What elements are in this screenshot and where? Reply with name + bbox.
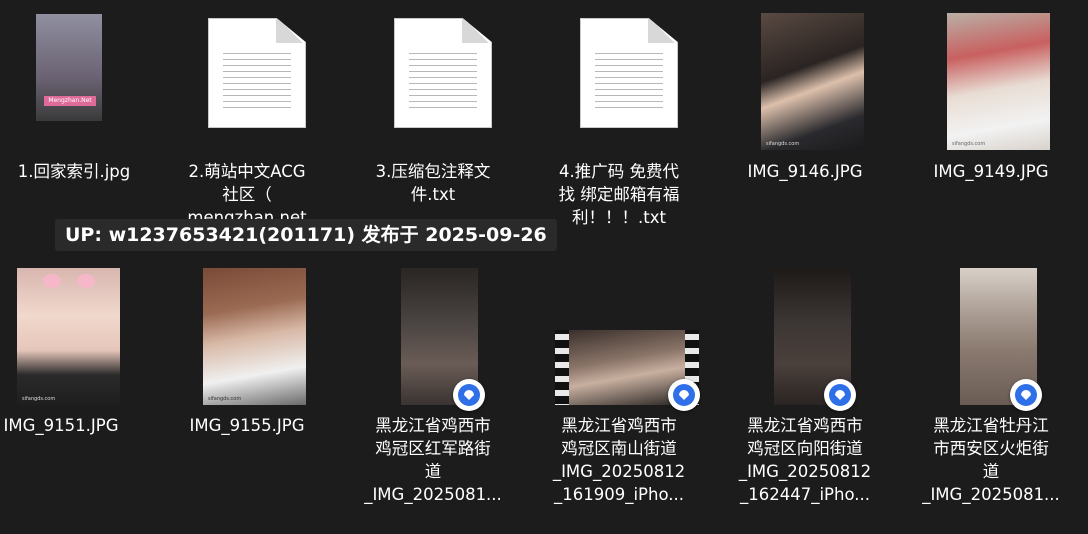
watermark: sifangds.com: [952, 141, 986, 147]
image-thumbnail: sifangds.com: [203, 268, 306, 405]
image-thumbnail: sifangds.com: [761, 13, 864, 150]
file-name: IMG_9151.JPG: [3, 416, 119, 435]
image-thumbnail: Mengzhan.Net: [36, 14, 102, 121]
file-name: 黑龙江省鸡西市 鸡冠区南山街道 _IMG_20250812 _161909_iP…: [552, 416, 686, 504]
logo-text: Mengzhan.Net: [48, 97, 92, 104]
play-badge-icon: [1010, 379, 1042, 411]
image-thumbnail: sifangds.com: [947, 13, 1050, 150]
file-name: 黑龙江省鸡西市 鸡冠区红军路街 道 _IMG_2025081...: [364, 416, 502, 504]
bunny-ear: [77, 274, 95, 288]
file-name: 黑龙江省鸡西市 鸡冠区向阳街道 _IMG_20250812 _162447_iP…: [738, 416, 872, 504]
file-name: IMG_9155.JPG: [189, 416, 305, 435]
file-name: 4.推广码 免费代 找 绑定邮箱有福 利！！！.txt: [558, 162, 680, 227]
file-name: 1.回家索引.jpg: [17, 162, 131, 181]
document-icon: [580, 18, 678, 128]
file-name: IMG_9149.JPG: [933, 162, 1049, 181]
play-badge-icon: [668, 379, 700, 411]
watermark: sifangds.com: [766, 141, 800, 147]
uploader-info-overlay: UP: w1237653421(201171) 发布于 2025-09-26: [55, 219, 557, 251]
document-icon: [394, 18, 492, 128]
play-badge-icon: [824, 379, 856, 411]
bunny-ear: [43, 274, 61, 288]
file-name: IMG_9146.JPG: [747, 162, 863, 181]
file-name: 黑龙江省牡丹江 市西安区火炬街 道 _IMG_2025081...: [922, 416, 1060, 504]
play-badge-icon: [453, 379, 485, 411]
document-icon: [208, 18, 306, 128]
watermark: sifangds.com: [208, 396, 242, 402]
image-thumbnail: sifangds.com: [17, 268, 120, 405]
watermark: sifangds.com: [22, 396, 56, 402]
file-name: 3.压缩包注释文 件.txt: [375, 162, 491, 204]
